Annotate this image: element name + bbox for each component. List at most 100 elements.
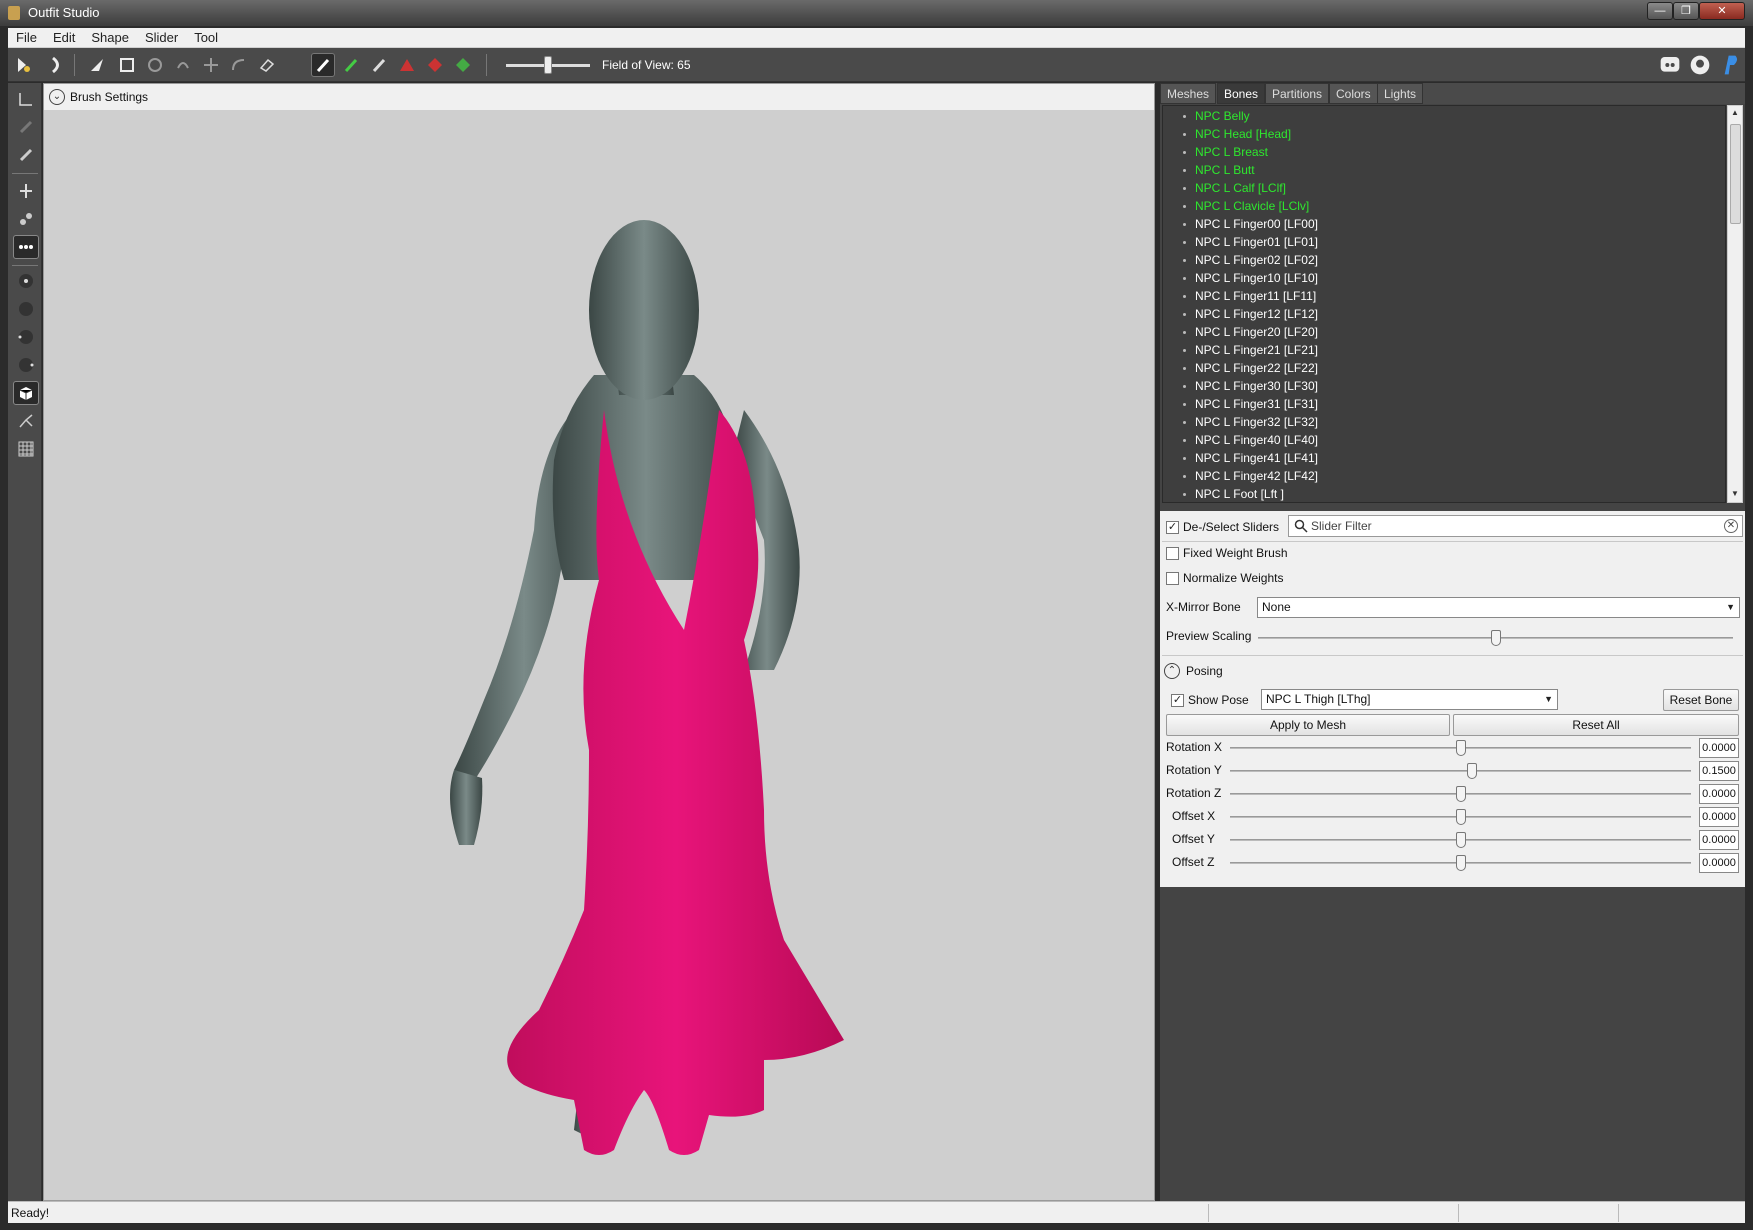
list-item[interactable]: NPC L Clavicle [LClv] — [1183, 197, 1309, 215]
pose-bone-select[interactable]: NPC L Thigh [LThg] ▼ — [1261, 689, 1558, 710]
fixed-weight-brush-checkbox[interactable] — [1166, 547, 1179, 560]
tab-colors[interactable]: Colors — [1329, 83, 1378, 104]
paypal-icon[interactable] — [1718, 53, 1742, 77]
list-item[interactable]: NPC L Finger00 [LF00] — [1183, 215, 1318, 233]
collapse-vertex-icon[interactable] — [395, 53, 419, 77]
show-pose-checkbox[interactable] — [1171, 694, 1184, 707]
xmirror-icon[interactable] — [13, 179, 39, 203]
fov-slider-thumb[interactable] — [544, 56, 552, 74]
close-button[interactable]: ✕ — [1699, 2, 1745, 20]
list-item[interactable]: NPC L Finger21 [LF21] — [1183, 341, 1318, 359]
list-item[interactable]: NPC L Finger30 [LF30] — [1183, 377, 1318, 395]
cube-view-icon[interactable] — [13, 381, 39, 405]
list-item[interactable]: NPC L Finger20 [LF20] — [1183, 323, 1318, 341]
reset-all-button[interactable]: Reset All — [1453, 714, 1739, 736]
mode-ref-icon[interactable] — [45, 53, 69, 77]
select-tool-icon[interactable] — [85, 53, 109, 77]
alpha-brush-icon[interactable] — [367, 53, 391, 77]
brush-size-large-icon[interactable] — [13, 325, 39, 349]
menu-file[interactable]: File — [8, 28, 45, 48]
pose-value-field[interactable]: 0.1500 — [1699, 761, 1739, 781]
inflate-tool-icon[interactable] — [143, 53, 167, 77]
preview-scaling-thumb[interactable] — [1490, 630, 1501, 646]
list-item[interactable]: NPC L Finger10 [LF10] — [1183, 269, 1318, 287]
pose-slider-thumb[interactable] — [1455, 809, 1466, 825]
grid-icon[interactable] — [13, 437, 39, 461]
global-brush-icon[interactable] — [13, 235, 39, 259]
list-item[interactable]: NPC L Finger01 [LF01] — [1183, 233, 1318, 251]
brush-settings-bar[interactable]: ⌄ Brush Settings — [44, 84, 1154, 110]
menu-slider[interactable]: Slider — [137, 28, 186, 48]
xmirror-bone-select[interactable]: None ▼ — [1257, 597, 1740, 618]
pose-slider-thumb[interactable] — [1467, 763, 1478, 779]
chevron-down-icon[interactable]: ⌄ — [49, 89, 65, 105]
pen-tool-icon[interactable] — [13, 143, 39, 167]
bone-list[interactable]: NPC Belly NPC Head [Head] NPC L Breast N… — [1162, 105, 1726, 503]
pose-value-field[interactable]: 0.0000 — [1699, 853, 1739, 873]
list-item[interactable]: NPC L Finger22 [LF22] — [1183, 359, 1318, 377]
brush-size-xl-icon[interactable] — [13, 353, 39, 377]
list-item[interactable]: NPC L Finger02 [LF02] — [1183, 251, 1318, 269]
list-item[interactable]: NPC L Finger32 [LF32] — [1183, 413, 1318, 431]
pose-slider-thumb[interactable] — [1455, 740, 1466, 756]
smooth-tool-icon[interactable] — [227, 53, 251, 77]
scroll-up-icon[interactable]: ▲ — [1731, 108, 1739, 117]
menu-tool[interactable]: Tool — [186, 28, 226, 48]
discord-icon[interactable] — [1658, 53, 1682, 77]
brush-size-small-icon[interactable] — [13, 269, 39, 293]
list-item[interactable]: NPC L Finger31 [LF31] — [1183, 395, 1318, 413]
pose-value-field[interactable]: 0.0000 — [1699, 738, 1739, 758]
pose-value-field[interactable]: 0.0000 — [1699, 807, 1739, 827]
scroll-thumb[interactable] — [1730, 124, 1741, 224]
mask-tool-icon[interactable] — [115, 53, 139, 77]
list-item[interactable]: NPC L Finger40 [LF40] — [1183, 431, 1318, 449]
pose-slider-thumb[interactable] — [1455, 786, 1466, 802]
deflate-tool-icon[interactable] — [171, 53, 195, 77]
pose-slider-track[interactable] — [1230, 770, 1691, 772]
wireframe-icon[interactable] — [13, 409, 39, 433]
list-item[interactable]: NPC L Foot [Lft ] — [1183, 485, 1284, 502]
move-tool-icon[interactable] — [199, 53, 223, 77]
list-item[interactable]: NPC Head [Head] — [1183, 125, 1291, 143]
pose-value-field[interactable]: 0.0000 — [1699, 784, 1739, 804]
slider-filter-input[interactable]: Slider Filter ✕ — [1288, 515, 1743, 537]
color-brush-icon[interactable] — [339, 53, 363, 77]
flip-edge-icon[interactable] — [423, 53, 447, 77]
connected-only-icon[interactable] — [13, 207, 39, 231]
pose-slider-thumb[interactable] — [1455, 855, 1466, 871]
list-item[interactable]: NPC L Finger41 [LF41] — [1183, 449, 1318, 467]
scroll-down-icon[interactable]: ▼ — [1731, 489, 1739, 498]
list-item[interactable]: NPC L Calf [LClf] — [1183, 179, 1286, 197]
eraser-tool-icon[interactable] — [255, 53, 279, 77]
pose-slider-thumb[interactable] — [1455, 832, 1466, 848]
tab-partitions[interactable]: Partitions — [1265, 83, 1330, 104]
list-item[interactable]: NPC L Finger11 [LF11] — [1183, 287, 1316, 305]
tab-bones[interactable]: Bones — [1217, 83, 1266, 104]
clear-filter-icon[interactable]: ✕ — [1724, 519, 1738, 533]
chevron-up-icon[interactable]: ⌃ — [1164, 663, 1180, 679]
normalize-weights-checkbox[interactable] — [1166, 572, 1179, 585]
brush-size-medium-icon[interactable] — [13, 297, 39, 321]
mode-outfit-icon[interactable] — [11, 53, 35, 77]
tab-lights[interactable]: Lights — [1377, 83, 1424, 104]
github-icon[interactable] — [1688, 53, 1712, 77]
split-edge-icon[interactable] — [451, 53, 475, 77]
3d-viewport[interactable]: ⌄ Brush Settings — [43, 83, 1155, 1201]
list-item[interactable]: NPC L Breast — [1183, 143, 1268, 161]
transform-tool-icon[interactable] — [13, 87, 39, 111]
menu-edit[interactable]: Edit — [45, 28, 83, 48]
deselect-sliders-checkbox[interactable] — [1166, 521, 1179, 534]
menu-shape[interactable]: Shape — [83, 28, 137, 48]
list-item[interactable]: NPC Belly — [1183, 107, 1250, 125]
list-item[interactable]: NPC L Butt — [1183, 161, 1255, 179]
bone-list-scrollbar[interactable]: ▲ ▼ — [1727, 105, 1743, 503]
minimize-button[interactable]: — — [1647, 2, 1673, 20]
weight-brush-icon[interactable] — [311, 53, 335, 77]
list-item[interactable]: NPC L Finger42 [LF42] — [1183, 467, 1318, 485]
tab-meshes[interactable]: Meshes — [1160, 83, 1217, 104]
reset-bone-button[interactable]: Reset Bone — [1663, 689, 1739, 711]
pivot-tool-icon[interactable] — [13, 115, 39, 139]
pose-value-field[interactable]: 0.0000 — [1699, 830, 1739, 850]
maximize-button[interactable]: ❐ — [1673, 2, 1699, 20]
list-item[interactable]: NPC L Finger12 [LF12] — [1183, 305, 1318, 323]
